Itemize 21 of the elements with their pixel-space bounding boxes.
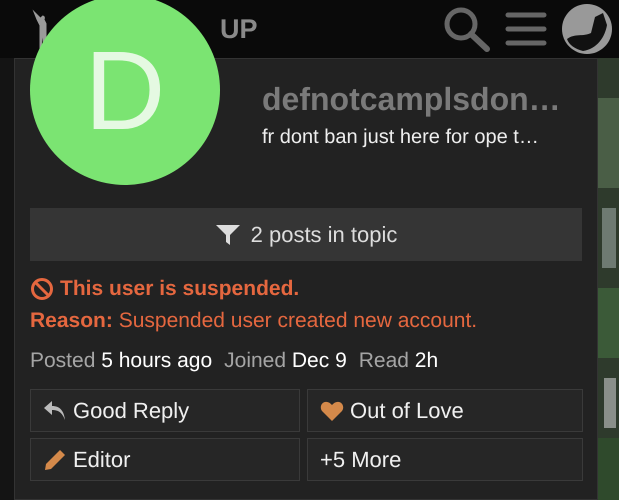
suspension-notice: This user is suspended. [60, 277, 300, 301]
ban-icon [30, 277, 54, 301]
user-bio: fr dont ban just here for ope t… [262, 126, 540, 149]
reply-icon [43, 400, 67, 422]
username[interactable]: defnotcamplsdon… [262, 81, 582, 118]
logo-text: UP [220, 14, 258, 44]
search-icon [443, 6, 491, 52]
filter-posts-button[interactable]: 2 posts in topic [30, 208, 582, 261]
pencil-icon [43, 448, 67, 472]
user-avatar-icon [561, 3, 613, 55]
menu-icon [505, 11, 547, 47]
user-stat: Read 2h [358, 349, 438, 373]
user-stat: Joined Dec 9 [224, 349, 347, 373]
badge-button[interactable]: +5 More [307, 438, 583, 481]
heart-icon [320, 400, 344, 422]
badge-button[interactable]: Good Reply [30, 389, 300, 432]
filter-icon [214, 224, 241, 246]
badge-button[interactable]: Out of Love [307, 389, 583, 432]
badge-button[interactable]: Editor [30, 438, 300, 481]
suspension-reason: Reason: Suspended user created new account. [30, 309, 478, 333]
user-stat: Posted 5 hours ago [30, 349, 212, 373]
